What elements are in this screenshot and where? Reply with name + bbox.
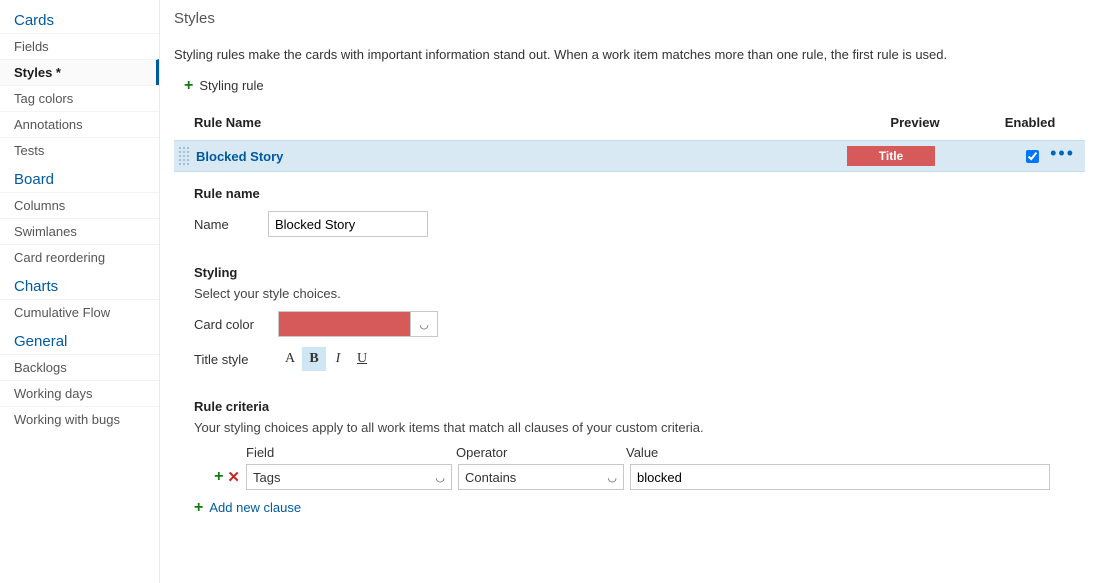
criteria-clause-row: + ✕ Tags ◡ Contains ◡ [194, 464, 1075, 490]
card-color-label: Card color [194, 317, 264, 332]
rule-preview-chip: Title [847, 146, 935, 166]
title-style-italic[interactable]: I [326, 347, 350, 371]
rule-enabled-checkbox[interactable] [1026, 150, 1039, 163]
page-title: Styles [174, 10, 1085, 27]
main-panel: Styles Styling rules make the cards with… [160, 0, 1099, 583]
sidebar-item-tag-colors[interactable]: Tag colors [0, 85, 159, 111]
styling-sub: Select your style choices. [194, 286, 1075, 301]
card-color-swatch [278, 311, 410, 337]
sidebar-item-working-days[interactable]: Working days [0, 380, 159, 406]
clause-remove-icon[interactable]: ✕ [227, 468, 240, 486]
clause-operator-value: Contains [465, 470, 516, 485]
criteria-headers: Field Operator Value [246, 445, 1075, 460]
rules-columns-header: Rule Name Preview Enabled [174, 109, 1085, 140]
criteria-sub: Your styling choices apply to all work i… [194, 420, 1075, 435]
card-color-dropdown-button[interactable]: ◡ [410, 311, 438, 337]
criteria-section: Rule criteria Your styling choices apply… [174, 385, 1085, 519]
col-preview: Preview [845, 115, 985, 130]
side-group-board: Board [0, 163, 159, 192]
add-styling-rule-button[interactable]: + Styling rule [174, 76, 1085, 109]
title-style-label: Title style [194, 352, 264, 367]
rule-row[interactable]: Blocked Story Title ••• [174, 140, 1085, 172]
rule-name-input[interactable] [268, 211, 428, 237]
clause-field-select[interactable]: Tags ◡ [246, 464, 452, 490]
side-group-charts: Charts [0, 270, 159, 299]
sidebar-item-tests[interactable]: Tests [0, 137, 159, 163]
sidebar-item-columns[interactable]: Columns [0, 192, 159, 218]
rule-more-icon[interactable]: ••• [1050, 143, 1075, 164]
plus-icon: + [194, 501, 203, 515]
drag-handle-icon[interactable] [178, 146, 190, 166]
page-description: Styling rules make the cards with import… [174, 47, 1085, 62]
clause-add-icon[interactable]: + [214, 470, 223, 484]
card-color-picker[interactable]: ◡ [278, 311, 438, 337]
styling-heading: Styling [194, 265, 1075, 280]
settings-sidebar: Cards Fields Styles * Tag colors Annotat… [0, 0, 160, 583]
sidebar-item-styles[interactable]: Styles * [0, 59, 159, 85]
chevron-down-icon: ◡ [419, 318, 429, 331]
criteria-heading: Rule criteria [194, 399, 1075, 414]
clause-operator-select[interactable]: Contains ◡ [458, 464, 624, 490]
title-style-bold[interactable]: B [302, 347, 326, 371]
styling-section: Styling Select your style choices. Card … [174, 251, 1085, 385]
sidebar-item-fields[interactable]: Fields [0, 33, 159, 59]
add-clause-label: Add new clause [209, 500, 301, 515]
add-clause-button[interactable]: + Add new clause [194, 500, 1075, 515]
sidebar-item-annotations[interactable]: Annotations [0, 111, 159, 137]
sidebar-item-working-with-bugs[interactable]: Working with bugs [0, 406, 159, 432]
name-label: Name [194, 217, 254, 232]
sidebar-item-swimlanes[interactable]: Swimlanes [0, 218, 159, 244]
add-styling-rule-label: Styling rule [199, 78, 263, 93]
side-group-cards: Cards [0, 4, 159, 33]
rule-title: Blocked Story [196, 149, 847, 164]
criteria-header-field: Field [246, 445, 456, 460]
rule-name-section: Rule name Name [174, 172, 1085, 251]
title-style-underline[interactable]: U [350, 347, 374, 371]
clause-value-input[interactable] [630, 464, 1050, 490]
criteria-header-operator: Operator [456, 445, 626, 460]
sidebar-item-card-reordering[interactable]: Card reordering [0, 244, 159, 270]
plus-icon: + [184, 79, 193, 93]
side-group-general: General [0, 325, 159, 354]
col-rule-name: Rule Name [194, 115, 845, 130]
col-enabled: Enabled [985, 115, 1075, 130]
title-style-normal[interactable]: A [278, 347, 302, 371]
criteria-header-value: Value [626, 445, 1046, 460]
rule-name-heading: Rule name [194, 186, 1075, 201]
clause-field-value: Tags [253, 470, 280, 485]
title-style-group: A B I U [278, 347, 374, 371]
sidebar-item-cumulative-flow[interactable]: Cumulative Flow [0, 299, 159, 325]
sidebar-item-backlogs[interactable]: Backlogs [0, 354, 159, 380]
chevron-down-icon: ◡ [435, 471, 445, 484]
chevron-down-icon: ◡ [607, 471, 617, 484]
